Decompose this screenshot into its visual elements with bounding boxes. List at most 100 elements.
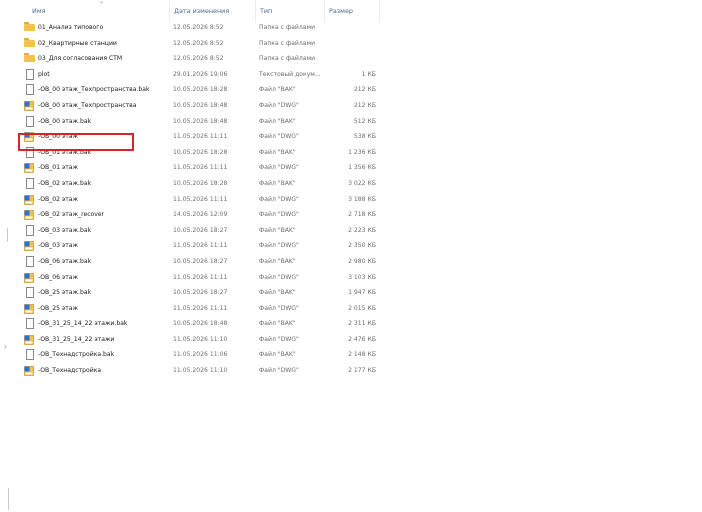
folder-icon — [24, 22, 35, 31]
file-date-modified: 11.05.2026 11:10 — [173, 367, 228, 375]
file-size: 3 188 КБ — [348, 195, 376, 203]
column-header-type[interactable]: Тип — [255, 0, 324, 22]
file-type: Файл "BAK" — [259, 179, 296, 187]
file-row[interactable]: -ОВ_03 этаж.bak 10.05.2026 18:27 Файл "BAK… — [14, 223, 702, 239]
file-row[interactable]: -ОВ_Технадстройка 11.05.2026 11:10 Файл "D… — [14, 363, 702, 379]
file-row[interactable]: -ОВ_06 этаж.bak 10.05.2026 18:27 Файл "BAK… — [14, 254, 702, 270]
file-size: 1 356 КБ — [348, 164, 376, 172]
file-row[interactable]: -ОВ_02 этаж 11.05.2026 11:11 Файл "DWG" 3 1… — [14, 192, 702, 208]
file-type: Файл "DWG" — [259, 211, 299, 219]
file-row[interactable]: -ОВ_02 этаж_recover 14.05.2026 12:09 Файл … — [14, 207, 702, 223]
file-size: 3 022 КБ — [348, 179, 376, 187]
file-row[interactable]: plot 29.01.2026 19:06 Текстовый докум... 1 … — [14, 67, 702, 83]
navigation-pane-edge: › — [0, 0, 13, 512]
file-size: 1 236 КБ — [348, 148, 376, 156]
file-name: -ОВ_02 этаж — [38, 195, 79, 203]
file-row[interactable]: 03_Для согласования СТМ 12.05.2026 8:52 Па… — [14, 51, 702, 67]
file-name: -ОВ_00 этаж.bak — [38, 117, 92, 125]
file-name: -ОВ_31_25_14_22 этажи — [38, 335, 115, 343]
file-row[interactable]: -ОВ_00 этаж.bak 10.05.2026 18:48 Файл "BAK… — [14, 114, 702, 130]
document-icon — [26, 177, 34, 189]
dwg-file-icon — [24, 272, 34, 283]
file-date-modified: 11.05.2026 11:11 — [173, 164, 228, 172]
dwg-file-icon — [24, 303, 34, 314]
file-name: -ОВ_Технадстройка — [38, 367, 102, 375]
file-type: Папка с файлами — [259, 55, 316, 63]
file-name: -ОВ_02 этаж_recover — [38, 211, 105, 219]
file-row[interactable]: -ОВ_06 этаж 11.05.2026 11:11 Файл "DWG" 3 1… — [14, 270, 702, 286]
file-type: Файл "DWG" — [259, 101, 299, 109]
file-type: Текстовый докум... — [259, 70, 321, 78]
file-date-modified: 10.05.2026 18:48 — [173, 320, 228, 328]
file-size: 2 476 КБ — [348, 335, 376, 343]
dwg-file-icon — [24, 366, 34, 376]
file-type: Файл "BAK" — [259, 257, 296, 265]
file-row[interactable]: -ОВ_25 этаж.bak 10.05.2026 18:27 Файл "BAK… — [14, 285, 702, 301]
file-size: 2 177 КБ — [348, 367, 376, 375]
file-name: -ОВ_01 этаж — [38, 164, 79, 172]
file-date-modified: 11.05.2026 11:11 — [173, 133, 228, 141]
document-icon — [26, 224, 34, 236]
document-icon — [26, 115, 34, 127]
file-type: Файл "DWG" — [259, 195, 299, 203]
document-icon — [26, 318, 34, 330]
file-list-pane: ⌃ Имя Дата изменения Тип Размер 01_Анали… — [14, 0, 702, 512]
file-size: 2 223 КБ — [348, 226, 376, 234]
file-type: Файл "DWG" — [259, 273, 299, 281]
file-date-modified: 10.05.2026 18:48 — [173, 101, 228, 109]
file-type: Файл "BAK" — [259, 320, 296, 328]
file-row[interactable]: -ОВ_31_25_14_22 этажи.bak 10.05.2026 18:4… — [14, 316, 702, 332]
dwg-file-icon — [24, 210, 34, 220]
file-date-modified: 11.05.2026 11:10 — [173, 335, 228, 343]
nav-pane-divider — [8, 488, 13, 510]
file-type: Файл "BAK" — [259, 148, 296, 156]
file-name: -ОВ_Технадстройка.bak — [38, 351, 115, 359]
dwg-file-icon — [24, 163, 34, 174]
folder-icon — [24, 53, 35, 63]
file-size: 212 КБ — [353, 86, 376, 94]
document-icon — [26, 255, 34, 267]
file-date-modified: 10.05.2026 18:28 — [173, 86, 228, 94]
column-header-row: ⌃ Имя Дата изменения Тип Размер — [14, 0, 702, 22]
file-size: 3 103 КБ — [348, 273, 376, 281]
file-row[interactable]: -ОВ_03 этаж 11.05.2026 11:11 Файл "DWG" 2 3… — [14, 238, 702, 254]
file-row[interactable]: -ОВ_01 этаж 11.05.2026 11:11 Файл "DWG" 1 3… — [14, 160, 702, 176]
file-date-modified: 10.05.2026 18:27 — [173, 226, 228, 234]
file-row[interactable]: 02_Квартирные станции 12.05.2026 8:52 Папк… — [14, 36, 702, 52]
file-date-modified: 11.05.2026 11:11 — [173, 273, 228, 281]
file-size: 212 КБ — [353, 101, 376, 109]
file-type: Файл "DWG" — [259, 335, 299, 343]
file-name: 01_Анализ типового — [38, 24, 104, 31]
file-name: plot — [38, 70, 50, 78]
file-date-modified: 10.05.2026 18:27 — [173, 257, 228, 265]
file-date-modified: 10.05.2026 18:28 — [173, 179, 228, 187]
file-size: 2 015 КБ — [348, 304, 376, 312]
file-date-modified: 11.05.2026 11:11 — [173, 304, 228, 312]
file-list: 01_Анализ типового 12.05.2026 8:52 Папка с… — [14, 20, 702, 379]
column-header-size[interactable]: Размер — [324, 0, 380, 22]
file-size: 512 КБ — [353, 117, 376, 125]
file-size: 538 КБ — [353, 133, 376, 141]
file-row[interactable]: -ОВ_Технадстройка.bak 11.05.2026 11:06 Фай… — [14, 347, 702, 363]
file-type: Файл "BAK" — [259, 289, 296, 297]
file-name: -ОВ_06 этаж.bak — [38, 257, 92, 265]
dwg-file-icon — [24, 241, 34, 252]
folder-icon — [24, 37, 35, 47]
file-row[interactable]: 01_Анализ типового 12.05.2026 8:52 Папка с… — [14, 20, 702, 36]
file-name: -ОВ_06 этаж — [38, 273, 79, 281]
column-header-modified[interactable]: Дата изменения — [169, 0, 255, 22]
file-row[interactable]: -ОВ_02 этаж.bak 10.05.2026 18:28 Файл "BAK… — [14, 176, 702, 192]
file-type: Файл "DWG" — [259, 242, 299, 250]
column-header-name[interactable]: Имя — [28, 0, 179, 22]
file-type: Файл "DWG" — [259, 367, 299, 375]
selection-highlight-box — [18, 133, 134, 151]
file-row[interactable]: -ОВ_00 этаж_Техпространства.bak 10.05.202… — [14, 82, 702, 98]
file-date-modified: 11.05.2026 11:11 — [173, 195, 228, 203]
file-date-modified: 10.05.2026 18:27 — [173, 289, 228, 297]
file-row[interactable]: -ОВ_00 этаж_Техпространства 10.05.2026 18… — [14, 98, 702, 114]
file-row[interactable]: -ОВ_25 этаж 11.05.2026 11:11 Файл "DWG" 2 0… — [14, 301, 702, 317]
file-type: Папка с файлами — [259, 39, 316, 47]
file-row[interactable]: -ОВ_31_25_14_22 этажи 11.05.2026 11:10 Фай… — [14, 332, 702, 348]
file-size: 2 311 КБ — [348, 320, 376, 328]
nav-pane-expand-icon[interactable]: › — [4, 343, 7, 351]
